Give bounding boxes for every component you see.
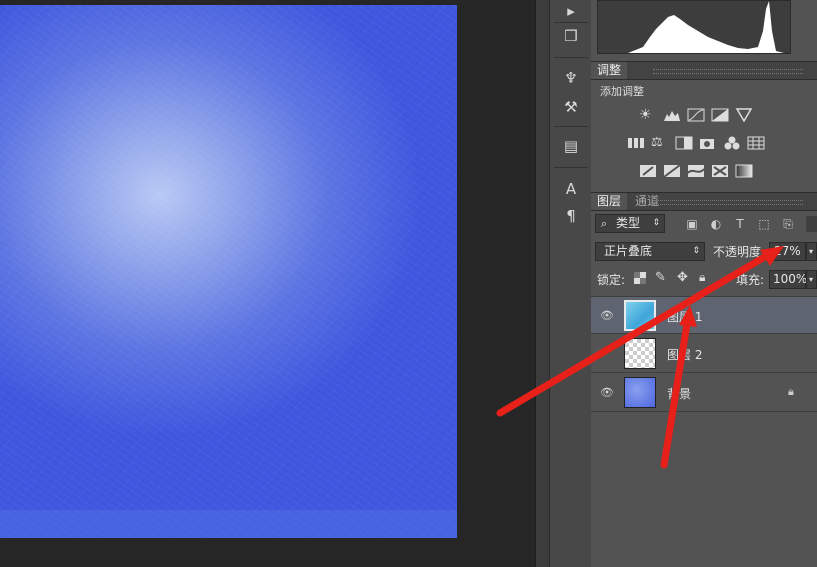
annotation-arrow-1 — [496, 248, 777, 417]
annotation-arrows — [496, 246, 784, 469]
annotation-arrow-2 — [660, 314, 692, 469]
